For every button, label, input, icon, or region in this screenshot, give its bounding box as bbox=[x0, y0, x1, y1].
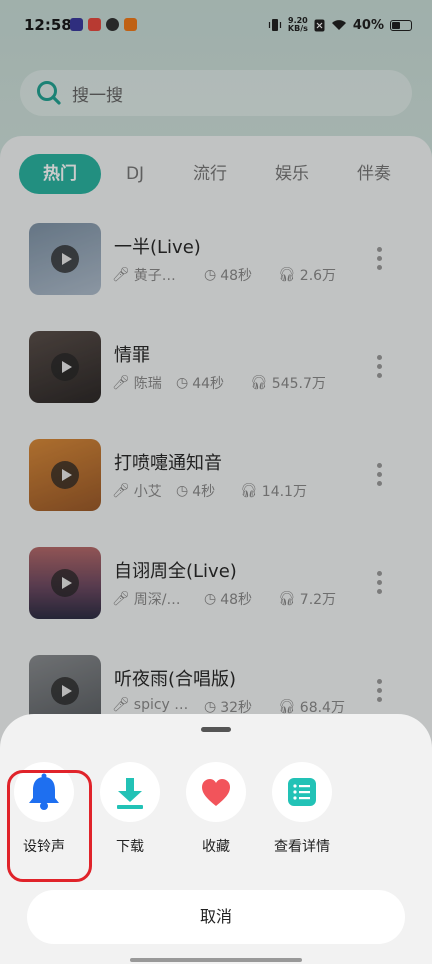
favorite-button[interactable]: 收藏 bbox=[176, 762, 256, 856]
list-icon bbox=[272, 762, 332, 822]
drag-handle[interactable] bbox=[201, 727, 231, 732]
download-label: 下载 bbox=[116, 839, 144, 855]
favorite-label: 收藏 bbox=[202, 839, 230, 855]
download-icon bbox=[100, 762, 160, 822]
cancel-button[interactable]: 取消 bbox=[27, 890, 405, 944]
view-details-label: 查看详情 bbox=[274, 839, 330, 855]
home-indicator[interactable] bbox=[130, 958, 302, 962]
heart-icon bbox=[186, 762, 246, 822]
highlight-box bbox=[7, 770, 92, 882]
download-button[interactable]: 下载 bbox=[90, 762, 170, 856]
view-details-button[interactable]: 查看详情 bbox=[262, 762, 342, 856]
